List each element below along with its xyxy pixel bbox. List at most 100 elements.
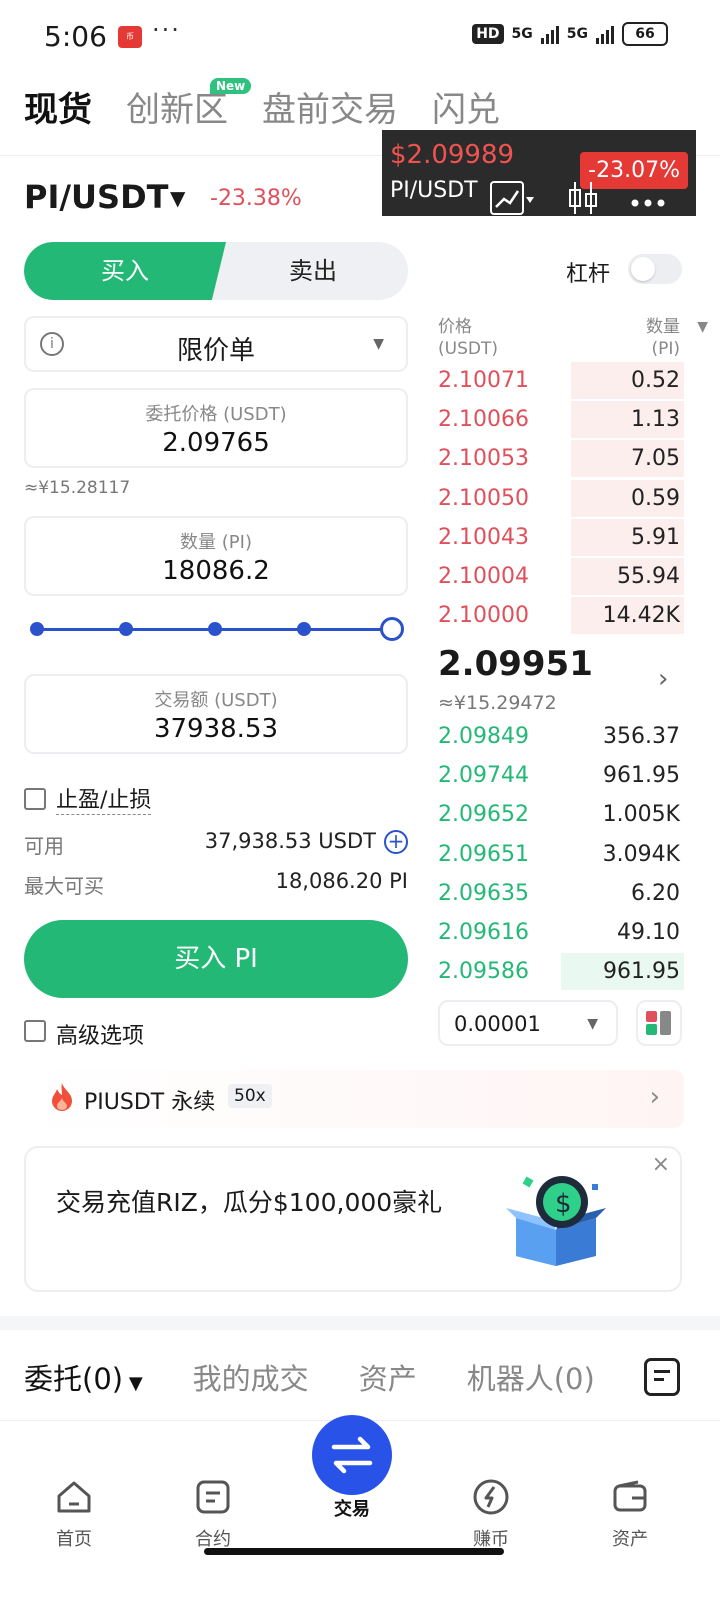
nav-earn[interactable]: 赚币	[441, 1477, 541, 1551]
orderbook-row[interactable]: 2.10043 5.91	[438, 518, 684, 558]
caret-down-icon: ▼	[697, 319, 708, 335]
close-icon[interactable]: ×	[652, 1152, 670, 1177]
more-notifications-icon: ···	[152, 16, 181, 44]
nav-trade-label: 交易	[334, 1499, 370, 1520]
trade-swap-button[interactable]	[312, 1415, 392, 1495]
slider-stop-75[interactable]	[297, 622, 311, 636]
tab-bots[interactable]: 机器人(0)	[467, 1356, 595, 1398]
section-gap	[0, 1316, 720, 1330]
nav-contract[interactable]: 合约	[163, 1477, 263, 1551]
bid-quantity: 6.20	[631, 880, 680, 906]
price-field[interactable]: 委托价格 (USDT) 2.09765	[24, 388, 408, 468]
leverage-toggle[interactable]	[628, 254, 682, 284]
candlestick-icon[interactable]	[566, 180, 600, 221]
tab-orders-label: 委托(0)	[24, 1362, 124, 1396]
line-chart-icon[interactable]	[490, 181, 536, 220]
order-history-icon[interactable]	[644, 1358, 680, 1396]
ob-qty-header[interactable]: 数量 ▼ (PI)	[646, 316, 708, 360]
caret-down-icon: ▼	[373, 336, 384, 352]
orderbook-row[interactable]: 2.09651 3.094K	[438, 836, 684, 875]
ask-price: 2.10066	[438, 407, 529, 433]
nav-trade[interactable]: 交易	[302, 1491, 402, 1521]
slider-stop-25[interactable]	[119, 622, 133, 636]
orderbook-row[interactable]: 2.09586 961.95	[438, 953, 684, 992]
ask-price: 2.10000	[438, 603, 529, 629]
tpsl-checkbox[interactable]	[24, 788, 46, 810]
orderbook-row[interactable]: 2.10071 0.52	[438, 362, 684, 401]
slider-handle[interactable]	[380, 617, 404, 641]
quantity-input[interactable]: 18086.2	[26, 556, 406, 586]
nav-assets[interactable]: 资产	[580, 1477, 680, 1551]
pair-selector[interactable]: PI/USDT	[24, 178, 168, 216]
tab-convert[interactable]: 闪兑	[432, 82, 500, 131]
ob-qty-header-label: 数量	[646, 317, 680, 337]
perpetual-banner[interactable]: PIUSDT 永续 50x ›	[24, 1070, 684, 1128]
market-tabs: 现货 创新区 盘前交易 闪兑	[24, 82, 500, 131]
tab-spot[interactable]: 现货	[24, 82, 92, 131]
bid-price: 2.09586	[438, 959, 529, 985]
bid-quantity: 49.10	[617, 920, 680, 945]
orderbook-row[interactable]: 2.10066 1.13	[438, 401, 684, 440]
floating-pair: PI/USDT	[390, 178, 478, 203]
buy-button[interactable]: 买入 PI	[24, 920, 408, 998]
nav-home[interactable]: 首页	[24, 1477, 124, 1551]
quantity-field[interactable]: 数量 (PI) 18086.2	[24, 516, 408, 596]
bid-price: 2.09652	[438, 802, 529, 828]
status-time: 5:06	[44, 20, 107, 53]
home-indicator	[204, 1548, 504, 1555]
tpsl-label[interactable]: 止盈/止损	[56, 782, 152, 815]
max-buy-value: 18,086.20 PI	[275, 869, 408, 893]
network-label-2: 5G	[566, 26, 588, 42]
orderbook-row[interactable]: 2.09652 1.005K	[438, 796, 684, 835]
trade-swap-icon	[331, 1436, 373, 1474]
ask-price: 2.10004	[438, 564, 529, 589]
available-value: 37,938.53 USDT	[204, 829, 376, 853]
floating-price-card[interactable]: $2.09989 PI/USDT -23.07%	[382, 130, 696, 216]
precision-select[interactable]: 0.00001 ▼	[438, 1000, 618, 1046]
tab-orders[interactable]: 委托(0) ▼	[24, 1356, 143, 1398]
pair-change: -23.38%	[210, 186, 302, 211]
promo-card[interactable]: 交易充值RIZ，瓜分$100,000豪礼 × $	[24, 1146, 682, 1292]
promo-text: 交易充值RIZ，瓜分$100,000豪礼	[56, 1188, 443, 1217]
caret-down-icon[interactable]: ▼	[170, 186, 185, 210]
sell-tab[interactable]: 卖出	[218, 242, 408, 300]
bid-quantity: 3.094K	[602, 841, 680, 867]
orderbook-row[interactable]: 2.10050 0.59	[438, 479, 684, 519]
advanced-checkbox[interactable]	[24, 1020, 46, 1042]
orderbook-row[interactable]: 2.09744 961.95	[438, 757, 684, 796]
ask-quantity: 1.13	[631, 407, 680, 433]
orderbook-row[interactable]: 2.10004 55.94	[438, 558, 684, 597]
price-input[interactable]: 2.09765	[26, 428, 406, 458]
bid-quantity: 1.005K	[602, 802, 680, 828]
orderbook-row[interactable]: 2.09616 49.10	[438, 914, 684, 953]
slider-stop-50[interactable]	[208, 622, 222, 636]
bid-price: 2.09651	[438, 841, 529, 867]
deposit-plus-icon[interactable]: +	[384, 830, 408, 854]
nav-assets-label: 资产	[612, 1529, 648, 1550]
advanced-label[interactable]: 高级选项	[56, 1018, 144, 1050]
order-type-select[interactable]: i 限价单 ▼	[24, 316, 408, 372]
signal-icon	[540, 24, 559, 44]
network-label-1: 5G	[511, 26, 533, 42]
chevron-right-icon[interactable]: ›	[658, 664, 668, 694]
tab-premarket[interactable]: 盘前交易	[262, 82, 398, 131]
bid-quantity: 961.95	[603, 763, 680, 789]
bid-price: 2.09744	[438, 763, 529, 789]
orderbook-row[interactable]: 2.09635 6.20	[438, 875, 684, 914]
ob-qty-header-unit: (PI)	[651, 339, 680, 359]
total-field[interactable]: 交易额 (USDT) 37938.53	[24, 674, 408, 754]
total-input[interactable]: 37938.53	[26, 714, 406, 744]
orderbook-row[interactable]: 2.09849 356.37	[438, 718, 684, 757]
orders-tabs: 委托(0) ▼ 我的成交 资产 机器人(0)	[24, 1356, 595, 1398]
orderbook-row[interactable]: 2.10053 7.05	[438, 440, 684, 479]
buy-tab[interactable]: 买入	[24, 242, 226, 300]
tab-assets[interactable]: 资产	[359, 1356, 417, 1398]
bid-quantity: 961.95	[603, 959, 680, 985]
available-label: 可用	[24, 834, 64, 858]
orderbook-row[interactable]: 2.10000 14.42K	[438, 597, 684, 636]
tab-my-trades[interactable]: 我的成交	[193, 1356, 309, 1398]
slider-stop-0[interactable]	[30, 622, 44, 636]
order-type-label: 限价单	[176, 336, 255, 366]
more-icon[interactable]	[630, 189, 666, 213]
orderbook-layout-button[interactable]	[636, 1000, 682, 1046]
